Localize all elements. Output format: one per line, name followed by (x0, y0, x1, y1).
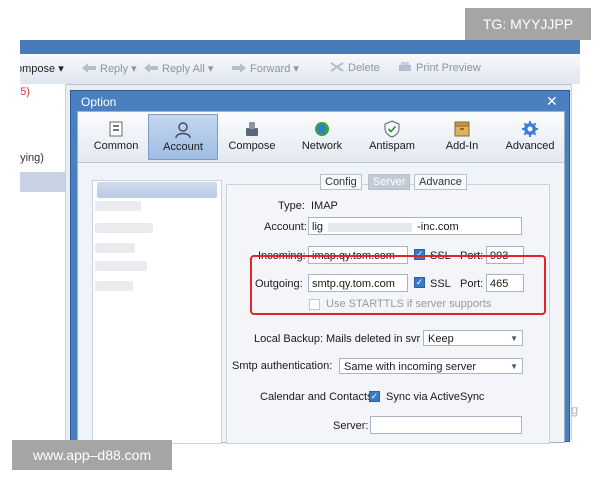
starttls-label: Use STARTTLS if server supports (326, 298, 492, 310)
notepad-icon (109, 121, 123, 137)
reply-all-icon (144, 63, 158, 73)
chevron-down-icon: ▼ (510, 362, 518, 371)
activesync-checkbox[interactable]: ✓ (369, 391, 380, 402)
background-folder-list: 55) oying) (20, 84, 66, 440)
tab-advanced[interactable]: Advanced (498, 114, 562, 158)
redacted-account-text (328, 222, 413, 232)
user-icon (175, 122, 191, 139)
type-value: IMAP (311, 200, 338, 212)
account-value-suffix: -inc.com (417, 221, 459, 233)
blurred-account-entry (95, 243, 135, 253)
tab-add-in[interactable]: Add-In (432, 114, 492, 158)
pen-icon (246, 122, 258, 136)
gear-icon (522, 121, 538, 137)
chevron-down-icon: ▼ (510, 334, 518, 343)
watermark-bottom: www.app–d88.com (12, 440, 172, 470)
reply-button[interactable]: Reply ▾ (82, 62, 137, 75)
smtp-auth-label: Smtp authentication: (232, 360, 333, 372)
subtab-advance[interactable]: Advance (414, 174, 467, 190)
forward-button[interactable]: Forward ▾ (232, 62, 299, 75)
selected-account-item[interactable] (97, 182, 217, 198)
smtp-auth-select[interactable]: Same with incoming server ▼ (339, 358, 523, 374)
server-label: Server: (333, 420, 369, 432)
subtab-config[interactable]: Config (320, 174, 362, 190)
blurred-account-entry (95, 201, 141, 211)
option-dialog: Option ✕ Common Account Compose Network … (70, 90, 570, 444)
background-text-fragment: g (571, 402, 579, 417)
dialog-body: Common Account Compose Network Antispam … (77, 111, 565, 444)
blurred-account-entry (95, 281, 133, 291)
delete-icon (330, 62, 344, 72)
printer-icon (399, 62, 411, 71)
mails-deleted-select[interactable]: Keep ▼ (423, 330, 523, 346)
subtab-server[interactable]: Server (368, 174, 411, 190)
tab-account[interactable]: Account (148, 114, 218, 160)
shield-check-icon (384, 120, 400, 138)
account-label: Account: (264, 221, 307, 233)
local-backup-label: Local Backup: (254, 333, 324, 345)
forward-icon (232, 63, 246, 73)
watermark-top: TG: MYYJJPP (465, 8, 591, 40)
compose-button[interactable]: ompose ▾ (20, 62, 64, 75)
background-right-pane (571, 84, 580, 440)
mails-deleted-label: Mails deleted in svr (326, 333, 421, 345)
tab-network[interactable]: Network (292, 114, 352, 158)
dialog-title: Option (81, 95, 117, 109)
starttls-checkbox[interactable]: ✓ (309, 299, 320, 310)
folder-name-fragment: oying) (20, 152, 44, 164)
delete-button[interactable]: Delete (330, 62, 380, 74)
blurred-account-entry (95, 223, 153, 233)
reply-icon (82, 63, 96, 73)
activesync-label: Sync via ActiveSync (386, 391, 485, 403)
background-selected-folder (20, 172, 65, 192)
account-value-prefix: lig (312, 221, 324, 233)
close-icon[interactable]: ✕ (546, 93, 558, 110)
globe-icon (315, 122, 329, 136)
reply-all-button[interactable]: Reply All ▾ (144, 62, 213, 75)
category-tabbar: Common Account Compose Network Antispam … (78, 112, 564, 163)
background-title-bar (20, 40, 580, 54)
calendar-contacts-label: Calendar and Contacts: (260, 391, 376, 403)
tab-compose[interactable]: Compose (222, 114, 282, 158)
tab-antispam[interactable]: Antispam (362, 114, 422, 158)
background-toolbar: ompose ▾ Reply ▾ Reply All ▾ Forward ▾ D… (20, 54, 580, 85)
blurred-account-entry (95, 261, 147, 271)
print-preview-button[interactable]: Print Preview (398, 62, 481, 74)
activesync-server-input[interactable] (370, 416, 522, 434)
box-icon (454, 121, 470, 137)
chevron-down-icon: ▾ (58, 63, 64, 75)
account-field[interactable]: lig -inc.com (308, 217, 522, 235)
type-label: Type: (278, 200, 305, 212)
folder-count-fragment: 55) (20, 86, 30, 98)
account-list (92, 180, 222, 444)
tab-common[interactable]: Common (86, 114, 146, 158)
